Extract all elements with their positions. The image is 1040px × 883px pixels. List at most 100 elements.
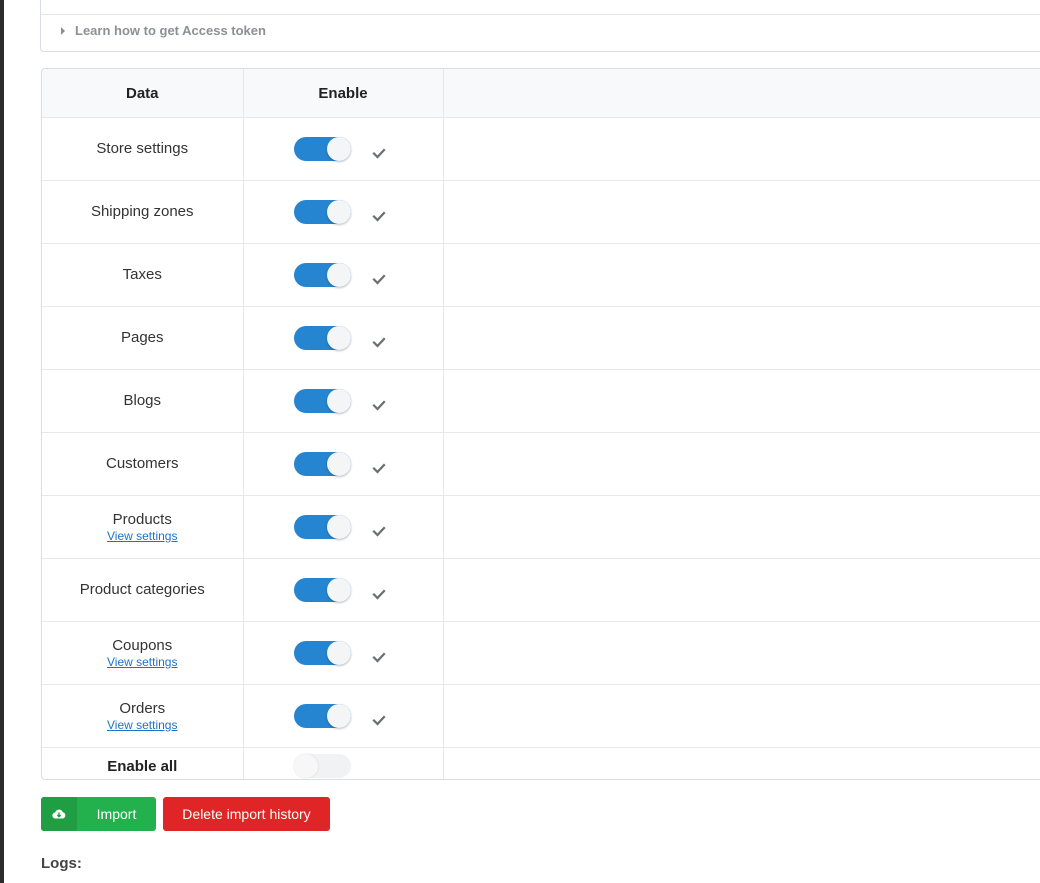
toggle-knob (326, 452, 351, 476)
enable-toggle-products[interactable] (293, 515, 351, 539)
table-row-pages: Pages (42, 306, 1040, 370)
data-cell: Enable all (42, 747, 244, 779)
enable-toggle-customers[interactable] (293, 452, 351, 476)
table-row-store-settings: Store settings (42, 117, 1040, 181)
caret-right-icon (61, 26, 65, 35)
row-label: Customers (105, 455, 179, 472)
view-settings-link[interactable]: View settings (42, 655, 243, 669)
extra-cell (443, 621, 1040, 685)
enable-toggle-product-categories[interactable] (293, 578, 351, 602)
check-icon (371, 461, 386, 475)
view-settings-link[interactable]: View settings (42, 529, 243, 543)
enable-cell (243, 180, 444, 244)
row-label: Taxes (122, 266, 162, 283)
table-header-row: Data Enable (42, 69, 1040, 118)
logs-label: Logs: (41, 855, 82, 872)
extra-cell (443, 117, 1040, 181)
data-cell: Shipping zones (42, 180, 244, 244)
enable-all-toggle[interactable] (293, 754, 351, 778)
row-label: Products (112, 511, 172, 528)
check-icon (371, 146, 386, 160)
enable-cell (243, 369, 444, 433)
enable-toggle-orders[interactable] (293, 704, 351, 728)
enable-cell (243, 117, 444, 181)
extra-cell (443, 369, 1040, 433)
access-token-panel: Learn how to get Access token (40, 0, 1040, 52)
delete-import-history-button[interactable]: Delete import history (163, 797, 330, 831)
extra-cell (443, 748, 1040, 780)
table-row-enable-all: Enable all (42, 747, 1040, 780)
table-row-product-categories: Product categories (42, 558, 1040, 622)
check-icon (371, 209, 386, 223)
toggle-knob (326, 704, 351, 728)
import-button[interactable]: Import (41, 797, 156, 831)
enable-cell (243, 621, 444, 685)
data-cell: Product categories (42, 558, 244, 622)
enable-cell (243, 306, 444, 370)
table-body: Store settings Shipping zones Taxes Pages Bl… (42, 117, 1040, 780)
enable-cell (243, 432, 444, 496)
toggle-knob (326, 578, 351, 602)
data-cell: Coupons View settings (42, 621, 244, 685)
data-cell: Products View settings (42, 495, 244, 559)
table-row-orders: Orders View settings (42, 684, 1040, 748)
learn-access-token-text: Learn how to get Access token (75, 23, 266, 38)
row-label: Blogs (123, 392, 162, 409)
check-icon (371, 335, 386, 349)
enable-toggle-blogs[interactable] (293, 389, 351, 413)
extra-cell (443, 495, 1040, 559)
panel-divider (41, 14, 1040, 15)
table-row-coupons: Coupons View settings (42, 621, 1040, 685)
table-row-blogs: Blogs (42, 369, 1040, 433)
row-label: Orders (119, 700, 166, 717)
column-header-enable: Enable (243, 69, 444, 118)
import-data-table: Data Enable Store settings Shipping zones… (41, 68, 1040, 780)
extra-cell (443, 432, 1040, 496)
row-label: Product categories (79, 581, 205, 598)
row-label: Coupons (112, 637, 173, 654)
extra-cell (443, 558, 1040, 622)
data-cell: Taxes (42, 243, 244, 307)
toggle-knob (326, 263, 351, 287)
check-icon (371, 650, 386, 664)
data-cell: Blogs (42, 369, 244, 433)
check-icon (371, 713, 386, 727)
check-icon (371, 524, 386, 538)
enable-cell (243, 558, 444, 622)
enable-all-label: Enable all (107, 757, 178, 775)
check-icon (371, 587, 386, 601)
row-label: Pages (120, 329, 164, 346)
enable-cell (243, 495, 444, 559)
enable-toggle-pages[interactable] (293, 326, 351, 350)
enable-cell (243, 747, 444, 779)
extra-cell (443, 243, 1040, 307)
toggle-knob (293, 754, 318, 778)
import-button-label: Import (96, 806, 137, 822)
row-label: Store settings (96, 140, 189, 157)
table-row-shipping-zones: Shipping zones (42, 180, 1040, 244)
data-cell: Customers (42, 432, 244, 496)
data-cell: Store settings (42, 117, 244, 181)
toggle-knob (326, 515, 351, 539)
cloud-download-icon (41, 797, 77, 831)
enable-toggle-shipping-zones[interactable] (293, 200, 351, 224)
table-row-taxes: Taxes (42, 243, 1040, 307)
toggle-knob (326, 326, 351, 350)
toggle-knob (326, 137, 351, 161)
enable-cell (243, 243, 444, 307)
learn-access-token-link[interactable]: Learn how to get Access token (61, 23, 266, 38)
extra-cell (443, 684, 1040, 748)
enable-cell (243, 684, 444, 748)
view-settings-link[interactable]: View settings (42, 718, 243, 732)
data-cell: Pages (42, 306, 244, 370)
row-label: Shipping zones (90, 203, 194, 220)
check-icon (371, 398, 386, 412)
enable-toggle-taxes[interactable] (293, 263, 351, 287)
window-edge (0, 0, 4, 883)
extra-cell (443, 180, 1040, 244)
enable-toggle-store-settings[interactable] (293, 137, 351, 161)
column-header-extra (443, 69, 1040, 118)
data-cell: Orders View settings (42, 684, 244, 748)
toggle-knob (326, 389, 351, 413)
enable-toggle-coupons[interactable] (293, 641, 351, 665)
